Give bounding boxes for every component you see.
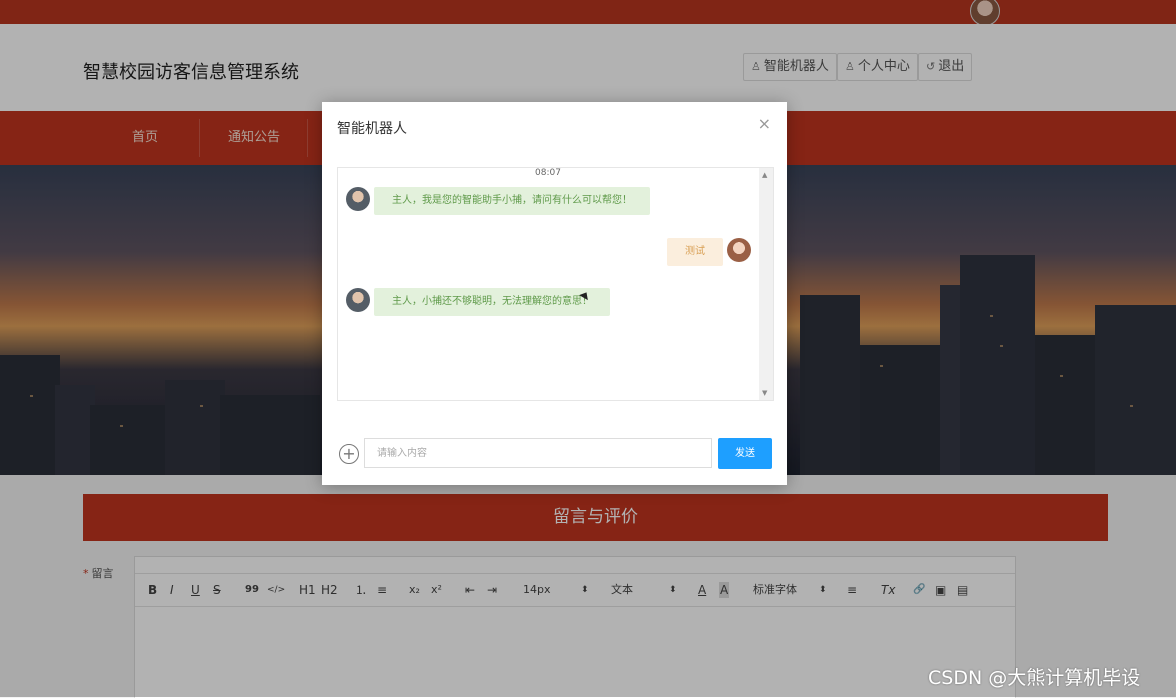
chat-scrollbar[interactable]: ▲ ▼ (759, 168, 773, 400)
close-icon[interactable]: × (758, 114, 771, 133)
scroll-up-icon[interactable]: ▲ (762, 171, 767, 179)
bot-message: 主人，小捕还不够聪明，无法理解您的意思！ (374, 288, 610, 316)
send-button[interactable]: 发送 (718, 438, 772, 469)
watermark: CSDN @大熊计算机毕设 (928, 667, 1141, 689)
message-input[interactable] (364, 438, 712, 468)
chat-history[interactable]: 08:07 主人，我是您的智能助手小捕，请问有什么可以帮您！ 测试 主人，小捕还… (337, 167, 774, 401)
bot-avatar (346, 187, 370, 211)
chatbot-modal: 智能机器人 × 08:07 主人，我是您的智能助手小捕，请问有什么可以帮您！ 测… (322, 102, 787, 485)
user-avatar (727, 238, 751, 262)
bot-avatar (346, 288, 370, 312)
bot-message: 主人，我是您的智能助手小捕，请问有什么可以帮您！ (374, 187, 650, 215)
scroll-down-icon[interactable]: ▼ (762, 389, 767, 397)
modal-title: 智能机器人 (337, 121, 407, 137)
add-icon[interactable]: + (339, 444, 359, 464)
user-message: 测试 (667, 238, 723, 266)
chat-timestamp: 08:07 (535, 168, 561, 178)
